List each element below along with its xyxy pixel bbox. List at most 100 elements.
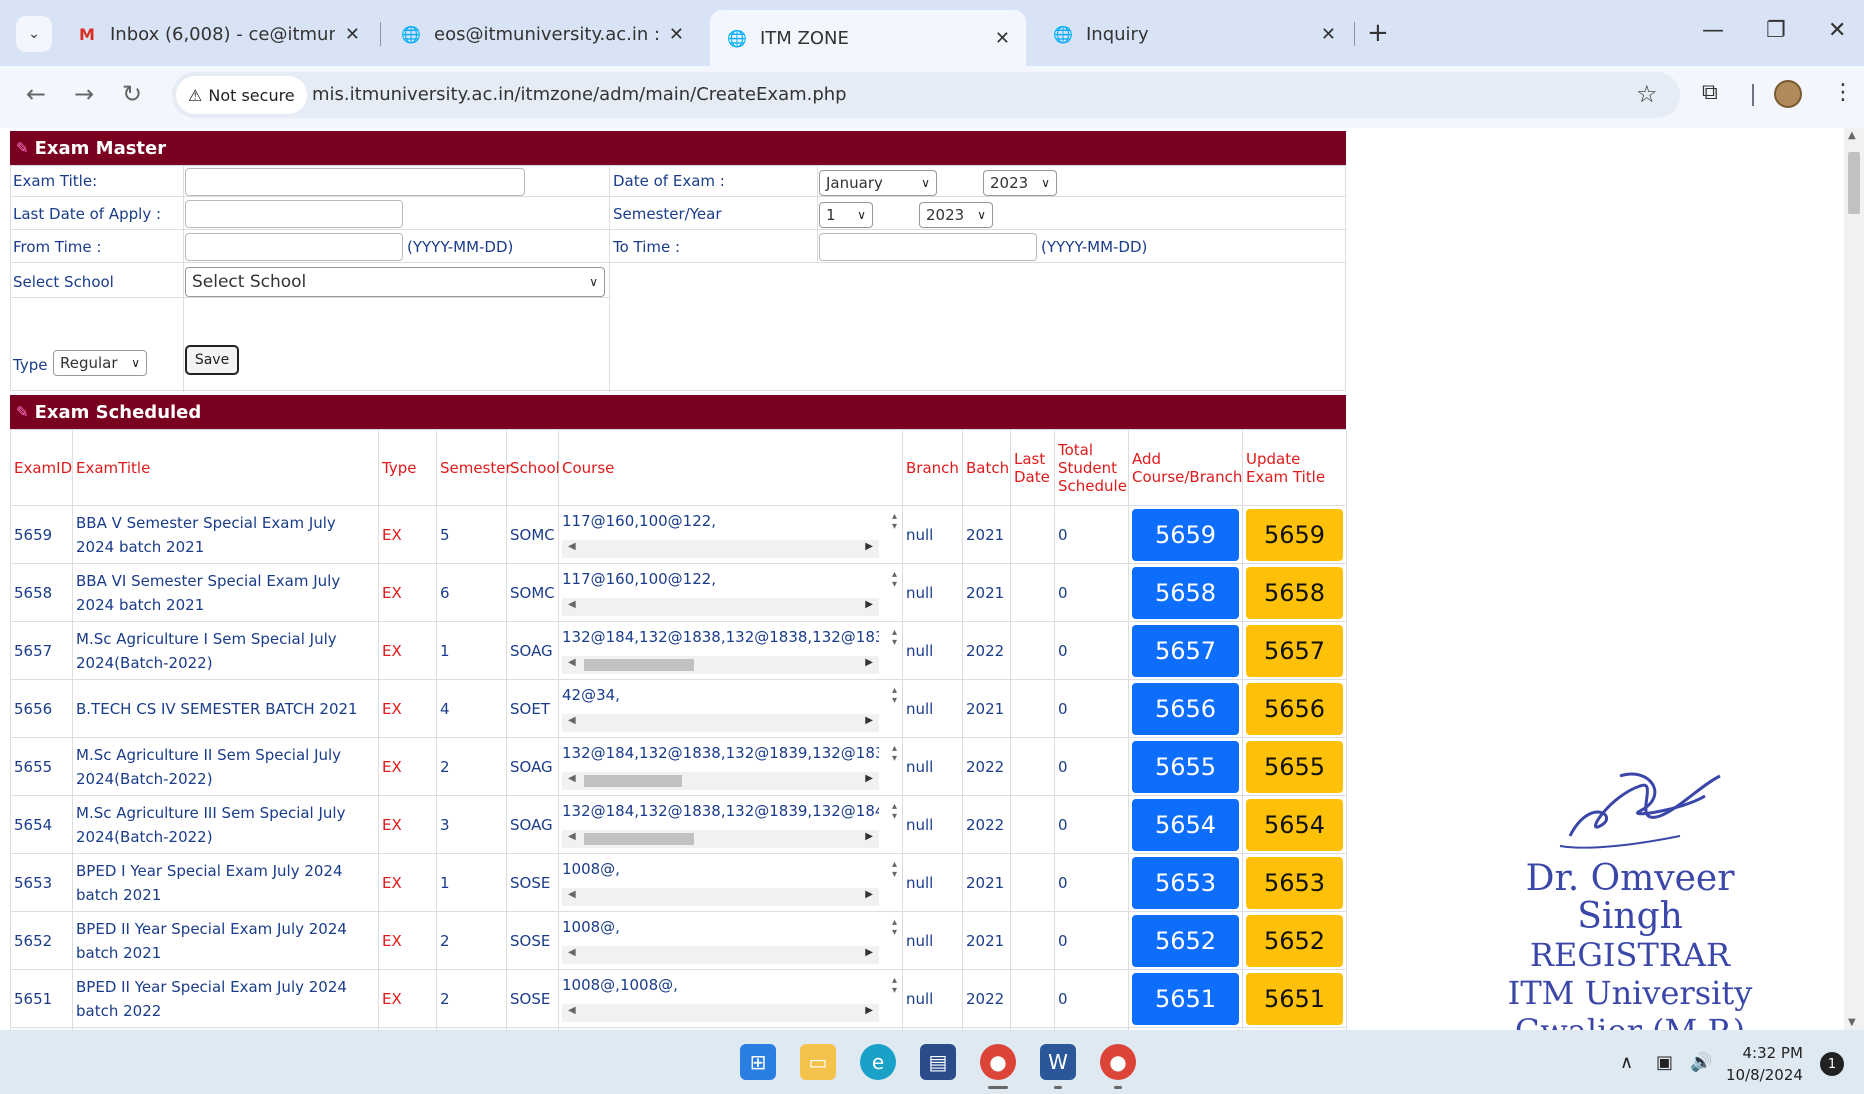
- volume-icon[interactable]: 🔊: [1690, 1052, 1712, 1073]
- update-exam-title-button[interactable]: 5652: [1246, 914, 1343, 967]
- course-textarea[interactable]: 117@160,100@122, ▴ ▾ ◀ ▶: [562, 568, 899, 618]
- tab-search-button[interactable]: ⌄: [16, 16, 52, 52]
- notification-badge[interactable]: 1: [1820, 1052, 1844, 1076]
- type-dropdown[interactable]: Regular ∨: [53, 350, 147, 376]
- tray-chevron-up-icon[interactable]: ∧: [1620, 1052, 1633, 1073]
- spin-arrows-icon[interactable]: ▴ ▾: [892, 975, 897, 996]
- horizontal-scrollbar[interactable]: ◀ ▶: [562, 597, 879, 616]
- security-chip[interactable]: ⚠ Not secure: [176, 76, 307, 114]
- scrollbar-thumb[interactable]: [584, 774, 682, 787]
- to-time-input[interactable]: [819, 233, 1037, 261]
- more-menu-icon[interactable]: ⋮: [1832, 80, 1854, 105]
- scroll-right-icon[interactable]: ▶: [865, 889, 873, 900]
- spin-arrows-icon[interactable]: ▴ ▾: [892, 859, 897, 880]
- minimize-button[interactable]: —: [1702, 18, 1724, 43]
- scroll-left-icon[interactable]: ◀: [568, 541, 576, 552]
- add-course-branch-button[interactable]: 5653: [1132, 856, 1239, 909]
- spin-arrows-icon[interactable]: ▴ ▾: [892, 685, 897, 706]
- bookmark-star-icon[interactable]: ☆: [1636, 80, 1658, 108]
- close-icon[interactable]: ✕: [995, 28, 1010, 49]
- course-textarea[interactable]: 1008@,1008@, ▴ ▾ ◀ ▶: [562, 974, 899, 1024]
- horizontal-scrollbar[interactable]: ◀ ▶: [562, 539, 879, 558]
- scrollbar-thumb[interactable]: [584, 658, 694, 671]
- exam-month-dropdown[interactable]: January ∨: [819, 170, 937, 196]
- update-exam-title-button[interactable]: 5653: [1246, 856, 1343, 909]
- scroll-left-icon[interactable]: ◀: [568, 889, 576, 900]
- last-date-input[interactable]: [185, 200, 403, 228]
- store-icon[interactable]: ▤: [920, 1044, 956, 1080]
- page-scrollbar[interactable]: ▲ ▼: [1844, 128, 1864, 1030]
- chrome-icon[interactable]: ●: [1100, 1044, 1136, 1080]
- exam-title-input[interactable]: [185, 168, 525, 196]
- add-course-branch-button[interactable]: 5654: [1132, 798, 1239, 851]
- extensions-icon[interactable]: ⧉: [1702, 80, 1718, 105]
- tab-inquiry[interactable]: 🌐 Inquiry ✕: [1036, 10, 1352, 58]
- tab-itm-zone[interactable]: 🌐 ITM ZONE ✕: [710, 10, 1026, 66]
- profile-avatar[interactable]: [1774, 80, 1802, 108]
- add-course-branch-button[interactable]: 5652: [1132, 914, 1239, 967]
- update-exam-title-button[interactable]: 5659: [1246, 508, 1343, 561]
- horizontal-scrollbar[interactable]: ◀ ▶: [562, 655, 879, 674]
- spin-arrows-icon[interactable]: ▴ ▾: [892, 743, 897, 764]
- new-tab-button[interactable]: +: [1367, 18, 1389, 48]
- file-explorer-icon[interactable]: ▭: [800, 1044, 836, 1080]
- restore-button[interactable]: ❐: [1766, 18, 1786, 43]
- scroll-left-icon[interactable]: ◀: [568, 715, 576, 726]
- scroll-right-icon[interactable]: ▶: [865, 773, 873, 784]
- scroll-right-icon[interactable]: ▶: [865, 599, 873, 610]
- word-icon[interactable]: W: [1040, 1044, 1076, 1080]
- close-icon[interactable]: ✕: [669, 24, 684, 45]
- scrollbar-thumb[interactable]: [584, 832, 694, 845]
- scrollbar-thumb[interactable]: [1848, 152, 1860, 214]
- system-clock[interactable]: 4:32 PM 10/8/2024: [1726, 1042, 1803, 1086]
- save-button[interactable]: Save: [185, 345, 239, 375]
- add-course-branch-button[interactable]: 5655: [1132, 740, 1239, 793]
- course-textarea[interactable]: 1008@, ▴ ▾ ◀ ▶: [562, 916, 899, 966]
- update-exam-title-button[interactable]: 5657: [1246, 624, 1343, 677]
- reload-icon[interactable]: ↻: [122, 80, 142, 108]
- update-exam-title-button[interactable]: 5655: [1246, 740, 1343, 793]
- course-textarea[interactable]: 117@160,100@122, ▴ ▾ ◀ ▶: [562, 510, 899, 560]
- update-exam-title-button[interactable]: 5658: [1246, 566, 1343, 619]
- tab-eos[interactable]: 🌐 eos@itmuniversity.ac.in :: ITM U ✕: [384, 10, 700, 58]
- horizontal-scrollbar[interactable]: ◀ ▶: [562, 713, 879, 732]
- scroll-left-icon[interactable]: ◀: [568, 599, 576, 610]
- update-exam-title-button[interactable]: 5656: [1246, 682, 1343, 735]
- start-menu-icon[interactable]: ⊞: [740, 1044, 776, 1080]
- semester-dropdown[interactable]: 1 ∨: [819, 202, 873, 228]
- window-close-button[interactable]: ✕: [1828, 18, 1846, 43]
- spin-arrows-icon[interactable]: ▴ ▾: [892, 511, 897, 532]
- horizontal-scrollbar[interactable]: ◀ ▶: [562, 829, 879, 848]
- course-textarea[interactable]: 132@184,132@1838,132@1839,132@1840, ▴ ▾ ◀ ▶: [562, 800, 899, 850]
- course-textarea[interactable]: 42@34, ▴ ▾ ◀ ▶: [562, 684, 899, 734]
- horizontal-scrollbar[interactable]: ◀ ▶: [562, 1003, 879, 1022]
- horizontal-scrollbar[interactable]: ◀ ▶: [562, 945, 879, 964]
- scroll-up-icon[interactable]: ▲: [1848, 130, 1856, 141]
- forward-arrow-icon[interactable]: →: [74, 80, 94, 108]
- close-icon[interactable]: ✕: [345, 24, 360, 45]
- scroll-right-icon[interactable]: ▶: [865, 657, 873, 668]
- scroll-right-icon[interactable]: ▶: [865, 947, 873, 958]
- exam-year-dropdown[interactable]: 2023 ∨: [983, 170, 1057, 196]
- scroll-left-icon[interactable]: ◀: [568, 1005, 576, 1016]
- scroll-down-icon[interactable]: ▼: [1848, 1017, 1856, 1028]
- scroll-left-icon[interactable]: ◀: [568, 947, 576, 958]
- spin-arrows-icon[interactable]: ▴ ▾: [892, 627, 897, 648]
- update-exam-title-button[interactable]: 5651: [1246, 972, 1343, 1025]
- scroll-left-icon[interactable]: ◀: [568, 831, 576, 842]
- scroll-left-icon[interactable]: ◀: [568, 773, 576, 784]
- horizontal-scrollbar[interactable]: ◀ ▶: [562, 771, 879, 790]
- select-school-dropdown[interactable]: Select School ∨: [185, 267, 605, 297]
- back-arrow-icon[interactable]: ←: [26, 80, 46, 108]
- scroll-right-icon[interactable]: ▶: [865, 831, 873, 842]
- tab-gmail[interactable]: M Inbox (6,008) - ce@itmuniversit ✕: [60, 10, 376, 58]
- chrome-icon[interactable]: ●: [980, 1044, 1016, 1080]
- semester-year-dropdown[interactable]: 2023 ∨: [919, 202, 993, 228]
- add-course-branch-button[interactable]: 5656: [1132, 682, 1239, 735]
- course-textarea[interactable]: 132@184,132@1838,132@1838,132@1839, ▴ ▾ ◀ ▶: [562, 626, 899, 676]
- scroll-right-icon[interactable]: ▶: [865, 1005, 873, 1016]
- add-course-branch-button[interactable]: 5659: [1132, 508, 1239, 561]
- course-textarea[interactable]: 132@184,132@1838,132@1839,132@1839, ▴ ▾ ◀ ▶: [562, 742, 899, 792]
- url-text[interactable]: mis.itmuniversity.ac.in/itmzone/adm/main…: [312, 84, 847, 105]
- close-icon[interactable]: ✕: [1321, 24, 1336, 45]
